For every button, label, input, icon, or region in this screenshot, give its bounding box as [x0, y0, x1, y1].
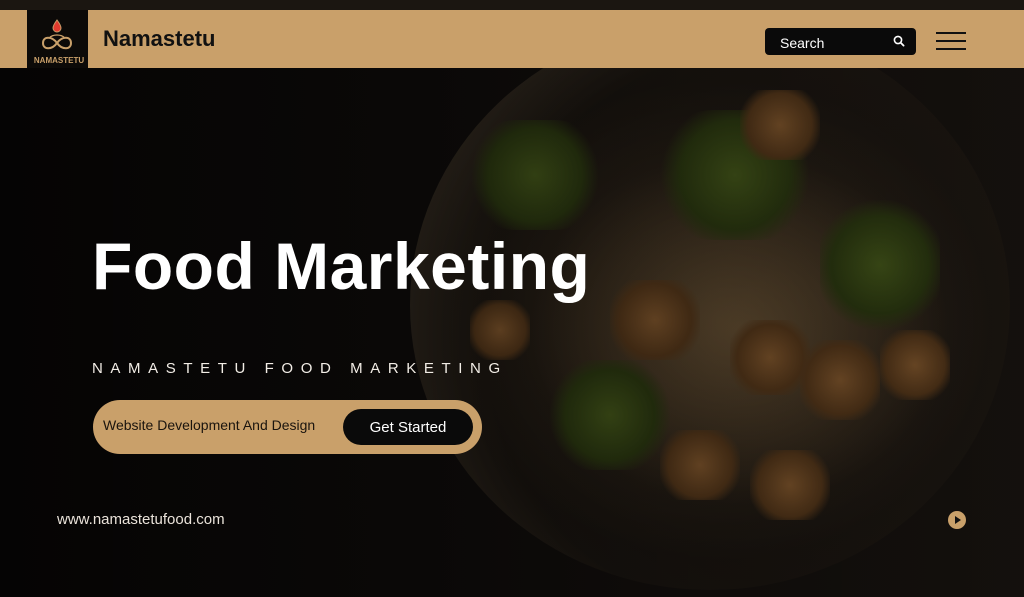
- search-icon[interactable]: [892, 34, 906, 48]
- top-strip: [0, 0, 1024, 10]
- cta-pill: Website Development And Design Get Start…: [93, 400, 482, 454]
- infinity-drop-icon: [41, 19, 73, 50]
- search-input[interactable]: [778, 32, 892, 53]
- hamburger-menu-icon[interactable]: [936, 32, 966, 50]
- site-header: Namastetu: [0, 10, 1024, 68]
- play-icon[interactable]: [948, 511, 966, 529]
- get-started-button[interactable]: Get Started: [343, 409, 473, 445]
- service-label: Website Development And Design: [103, 417, 316, 433]
- logo[interactable]: NAMASTETU: [27, 10, 88, 68]
- website-url[interactable]: www.namastetufood.com: [57, 511, 225, 528]
- hero-title: Food Marketing: [92, 229, 591, 303]
- brand-name[interactable]: Namastetu: [103, 26, 215, 52]
- hero-subtitle: NAMASTETU FOOD MARKETING: [92, 360, 508, 377]
- hero-page: Namastetu NAMASTETU Food Marketing NAMAS…: [0, 0, 1024, 597]
- logo-text: NAMASTETU: [33, 56, 85, 65]
- search-bar: [765, 28, 916, 55]
